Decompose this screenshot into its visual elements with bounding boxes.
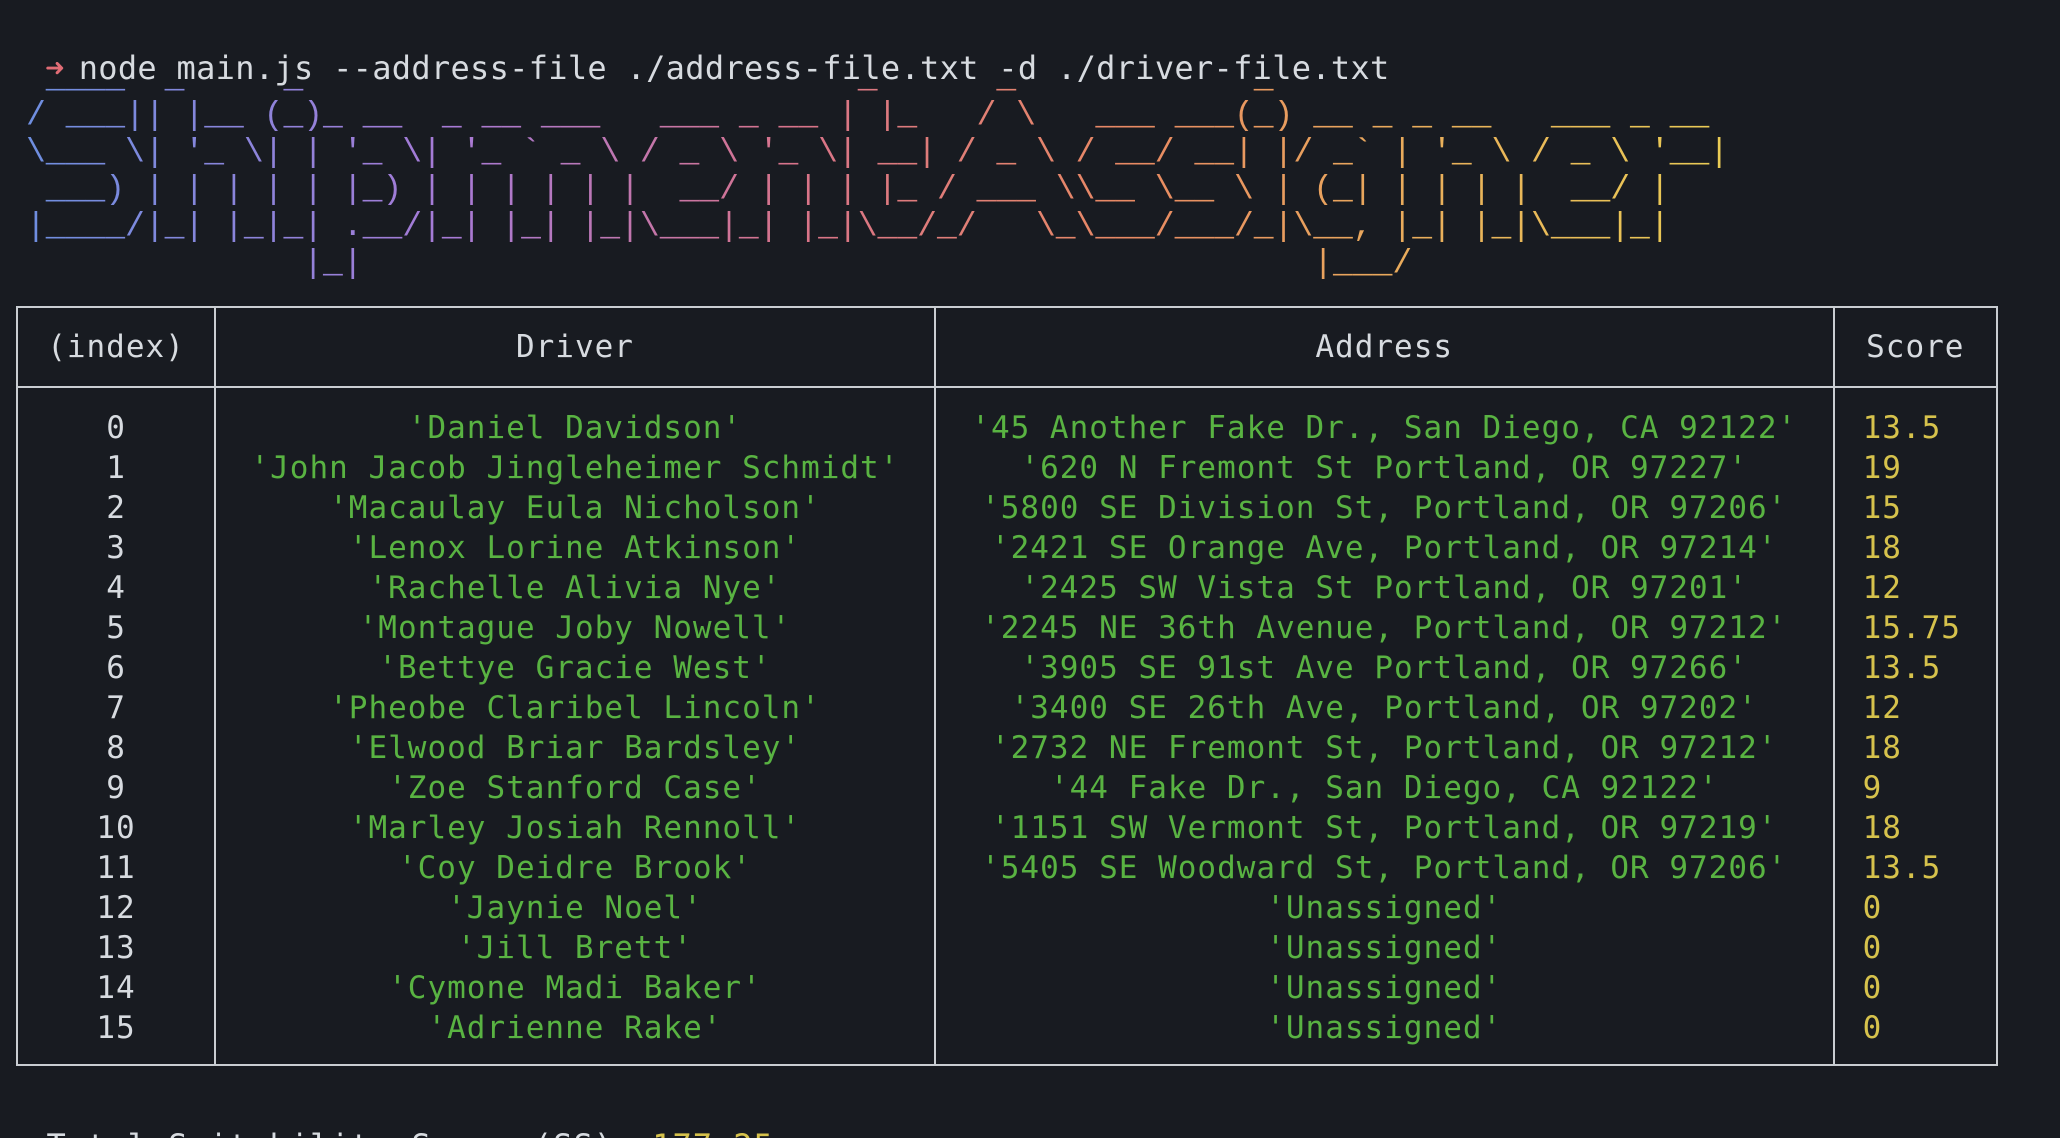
row-score: 15.75 bbox=[1832, 608, 1996, 648]
banner-line: |_| |___/ bbox=[26, 245, 1413, 282]
table-row: 1 'John Jacob Jingleheimer Schmidt' '620 N… bbox=[18, 448, 1996, 488]
table-row: 9 'Zoe Stanford Case' '44 Fake Dr., San Di… bbox=[18, 768, 1996, 808]
row-address: '3400 SE 26th Ave, Portland, OR 97202' bbox=[933, 688, 1834, 728]
row-score: 18 bbox=[1832, 808, 1996, 848]
total-score-label: Total Suitability Score (SS): bbox=[47, 1127, 635, 1138]
row-score: 9 bbox=[1832, 768, 1996, 808]
row-address: '2425 SW Vista St Portland, OR 97201' bbox=[933, 568, 1834, 608]
row-index: 11 bbox=[96, 850, 136, 886]
row-index: 12 bbox=[96, 890, 136, 926]
assignment-table: (index) Driver Address Score 0 'Daniel Da… bbox=[16, 306, 1998, 1066]
row-score: 13.5 bbox=[1832, 408, 1996, 448]
row-address: 'Unassigned' bbox=[933, 968, 1834, 1008]
total-score-line: Total Suitability Score (SS): 177.25 bbox=[6, 1086, 774, 1138]
table-row: 15 'Adrienne Rake' 'Unassigned' 0 bbox=[18, 1008, 1996, 1048]
row-driver: 'Bettye Gracie West' bbox=[214, 648, 935, 688]
total-score-value: 177.25 bbox=[652, 1127, 774, 1138]
row-index: 7 bbox=[106, 690, 126, 726]
table-header-row: (index) Driver Address Score bbox=[18, 308, 1996, 388]
table-row: 3 'Lenox Lorine Atkinson' '2421 SE Orange … bbox=[18, 528, 1996, 568]
row-driver: 'Coy Deidre Brook' bbox=[214, 848, 935, 888]
row-score: 18 bbox=[1832, 528, 1996, 568]
header-driver: Driver bbox=[214, 308, 935, 388]
header-score: Score bbox=[1832, 308, 1996, 388]
row-index: 0 bbox=[106, 410, 126, 446]
row-score: 12 bbox=[1832, 568, 1996, 608]
table-row: 8 'Elwood Briar Bardsley' '2732 NE Fremont… bbox=[18, 728, 1996, 768]
table-row: 6 'Bettye Gracie West' '3905 SE 91st Ave P… bbox=[18, 648, 1996, 688]
row-driver: 'Jill Brett' bbox=[214, 928, 935, 968]
row-driver: 'Cymone Madi Baker' bbox=[214, 968, 935, 1008]
ascii-banner: ____ _ _ _ _ _ / ___|| |__ (_)_ __ _ __ … bbox=[26, 60, 1729, 282]
table-row: 7 'Pheobe Claribel Lincoln' '3400 SE 26th … bbox=[18, 688, 1996, 728]
row-index: 2 bbox=[106, 490, 126, 526]
table-spacer bbox=[18, 1048, 1996, 1064]
banner-line: ____ _ _ _ _ _ bbox=[26, 60, 1274, 97]
row-address: 'Unassigned' bbox=[933, 1008, 1834, 1048]
header-index: (index) bbox=[18, 308, 216, 388]
row-address: '2421 SE Orange Ave, Portland, OR 97214' bbox=[933, 528, 1834, 568]
table-row: 12 'Jaynie Noel' 'Unassigned' 0 bbox=[18, 888, 1996, 928]
row-index: 1 bbox=[106, 450, 126, 486]
table-row: 11 'Coy Deidre Brook' '5405 SE Woodward St… bbox=[18, 848, 1996, 888]
row-index: 8 bbox=[106, 730, 126, 766]
row-score: 0 bbox=[1832, 1008, 1996, 1048]
row-score: 13.5 bbox=[1832, 848, 1996, 888]
banner-line: / ___|| |__ (_)_ __ _ __ ___ ___ _ __ | … bbox=[26, 97, 1710, 134]
row-score: 12 bbox=[1832, 688, 1996, 728]
row-address: '5405 SE Woodward St, Portland, OR 97206… bbox=[933, 848, 1834, 888]
row-index: 13 bbox=[96, 930, 136, 966]
row-index: 6 bbox=[106, 650, 126, 686]
row-address: '45 Another Fake Dr., San Diego, CA 9212… bbox=[933, 408, 1834, 448]
row-driver: 'Marley Josiah Rennoll' bbox=[214, 808, 935, 848]
table-row: 13 'Jill Brett' 'Unassigned' 0 bbox=[18, 928, 1996, 968]
row-index: 10 bbox=[96, 810, 136, 846]
table-row: 4 'Rachelle Alivia Nye' '2425 SW Vista St … bbox=[18, 568, 1996, 608]
banner-line: |____/|_| |_|_| .__/|_| |_| |_|\___|_| |… bbox=[26, 208, 1670, 245]
row-index: 14 bbox=[96, 970, 136, 1006]
banner-line: \___ \| '_ \| | '_ \| '_ ` _ \ / _ \ '_ … bbox=[26, 134, 1730, 171]
row-address: '2245 NE 36th Avenue, Portland, OR 97212… bbox=[933, 608, 1834, 648]
row-index: 15 bbox=[96, 1010, 136, 1046]
table-spacer bbox=[18, 387, 1996, 408]
row-driver: 'Daniel Davidson' bbox=[214, 408, 935, 448]
row-address: '44 Fake Dr., San Diego, CA 92122' bbox=[933, 768, 1834, 808]
table-row: 5 'Montague Joby Nowell' '2245 NE 36th Ave… bbox=[18, 608, 1996, 648]
row-address: '5800 SE Division St, Portland, OR 97206… bbox=[933, 488, 1834, 528]
row-address: '620 N Fremont St Portland, OR 97227' bbox=[933, 448, 1834, 488]
row-score: 0 bbox=[1832, 888, 1996, 928]
row-driver: 'Macaulay Eula Nicholson' bbox=[214, 488, 935, 528]
row-address: '3905 SE 91st Ave Portland, OR 97266' bbox=[933, 648, 1834, 688]
row-driver: 'Pheobe Claribel Lincoln' bbox=[214, 688, 935, 728]
row-driver: 'Zoe Stanford Case' bbox=[214, 768, 935, 808]
table-row: 10 'Marley Josiah Rennoll' '1151 SW Vermon… bbox=[18, 808, 1996, 848]
table-row: 0 'Daniel Davidson' '45 Another Fake Dr., … bbox=[18, 408, 1996, 448]
row-address: '2732 NE Fremont St, Portland, OR 97212' bbox=[933, 728, 1834, 768]
row-index: 5 bbox=[106, 610, 126, 646]
row-score: 19 bbox=[1832, 448, 1996, 488]
row-driver: 'John Jacob Jingleheimer Schmidt' bbox=[214, 448, 935, 488]
row-driver: 'Montague Joby Nowell' bbox=[214, 608, 935, 648]
row-address: 'Unassigned' bbox=[933, 888, 1834, 928]
row-score: 0 bbox=[1832, 968, 1996, 1008]
row-index: 4 bbox=[106, 570, 126, 606]
table-row: 2 'Macaulay Eula Nicholson' '5800 SE Divis… bbox=[18, 488, 1996, 528]
row-driver: 'Elwood Briar Bardsley' bbox=[214, 728, 935, 768]
row-address: '1151 SW Vermont St, Portland, OR 97219' bbox=[933, 808, 1834, 848]
row-driver: 'Jaynie Noel' bbox=[214, 888, 935, 928]
banner-line: ___) | | | | | |_) | | | | | | __/ | | |… bbox=[26, 171, 1670, 208]
row-score: 15 bbox=[1832, 488, 1996, 528]
row-driver: 'Lenox Lorine Atkinson' bbox=[214, 528, 935, 568]
table-row: 14 'Cymone Madi Baker' 'Unassigned' 0 bbox=[18, 968, 1996, 1008]
row-driver: 'Adrienne Rake' bbox=[214, 1008, 935, 1048]
row-score: 13.5 bbox=[1832, 648, 1996, 688]
row-driver: 'Rachelle Alivia Nye' bbox=[214, 568, 935, 608]
header-address: Address bbox=[933, 308, 1834, 388]
row-score: 18 bbox=[1832, 728, 1996, 768]
row-score: 0 bbox=[1832, 928, 1996, 968]
row-index: 3 bbox=[106, 530, 126, 566]
row-address: 'Unassigned' bbox=[933, 928, 1834, 968]
row-index: 9 bbox=[106, 770, 126, 806]
